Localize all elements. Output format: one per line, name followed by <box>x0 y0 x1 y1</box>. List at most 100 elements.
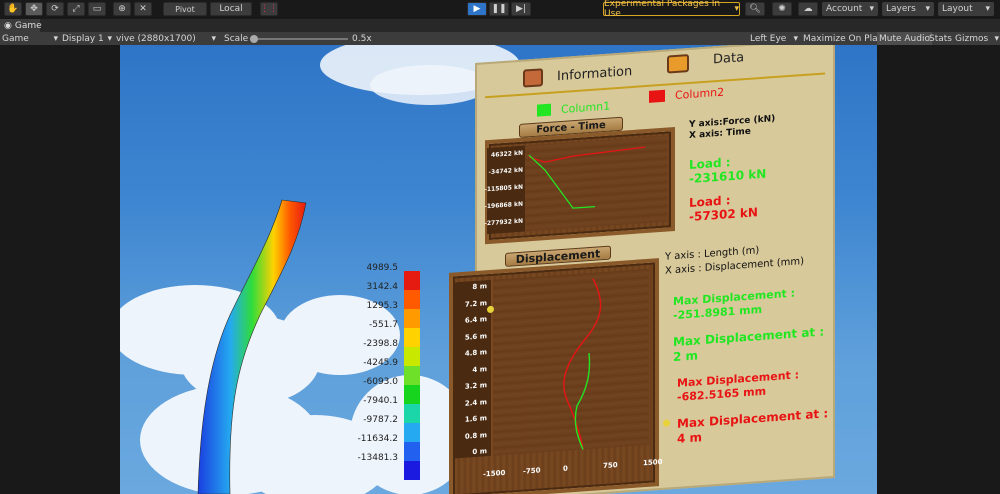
displacement-y-tick: 4.8 m <box>464 348 487 358</box>
rect-tool-button[interactable]: ▭ <box>88 2 106 16</box>
layers-dropdown[interactable]: Layers ▾ <box>882 2 934 16</box>
resolution-select[interactable]: vive (2880x1700) ▾ <box>116 32 216 45</box>
chevron-down-icon: ▾ <box>107 33 112 44</box>
displacement-y-tick: 4 m <box>472 364 487 374</box>
stats-toggle[interactable]: Stats <box>929 32 952 45</box>
force-time-lines <box>528 146 646 209</box>
hand-tool-button[interactable]: ✋ <box>4 2 22 16</box>
displacement-y-tick: 0 m <box>472 447 487 457</box>
scale-value: 0.5x <box>352 33 372 44</box>
column1-swatch <box>537 103 551 117</box>
tab-information[interactable]: Information <box>557 64 632 84</box>
scale-slider-handle[interactable] <box>250 34 258 43</box>
layout-label: Layout <box>942 4 973 14</box>
experimental-packages-badge[interactable]: Experimental Packages In Use ▾ <box>603 0 740 19</box>
displacement-y-tick: 0.8 m <box>464 430 487 441</box>
displacement-x-tick: -750 <box>523 466 541 476</box>
marker-dot <box>663 419 670 427</box>
local-toggle[interactable]: Local <box>210 2 252 16</box>
chevron-down-icon: ▾ <box>211 33 216 44</box>
local-label: Local <box>219 4 243 14</box>
displacement-y-tick: 7.2 m <box>464 298 487 309</box>
legend-value: 1295.3 <box>366 301 399 311</box>
mute-audio-toggle[interactable]: Mute Audio <box>877 32 932 45</box>
game-viewport[interactable]: 4989.5 3142.4 1295.3 -551.7 -2398.8 -4245.9 -6… <box>0 45 1000 494</box>
legend-value: -13481.3 <box>357 453 398 463</box>
displacement-x-tick: 0 <box>563 464 568 473</box>
step-button[interactable]: ▶| <box>511 2 531 16</box>
legend-labels: 4989.5 3142.4 1295.3 -551.7 -2398.8 -4245.9 -6… <box>338 263 402 483</box>
gizmos-toggle[interactable]: Gizmos ▾ <box>955 32 999 45</box>
info-tab-icon[interactable] <box>523 68 543 88</box>
display-select-label: Display 1 <box>62 33 104 44</box>
maxat2-label: Max Displacement at : <box>677 406 829 431</box>
legend-value: -11634.2 <box>357 434 398 444</box>
legend-swatch <box>404 461 420 480</box>
scale-slider[interactable] <box>250 32 348 45</box>
eye-select-label: Left Eye <box>750 33 787 44</box>
legend-swatch <box>404 290 420 309</box>
displacement-x-tick: -1500 <box>483 468 506 479</box>
rotate-tool-button[interactable]: ⟳ <box>46 2 64 16</box>
column1-label: Column1 <box>561 99 611 116</box>
search-icon[interactable]: 🔍︎ <box>745 2 765 16</box>
pause-button[interactable]: ❚❚ <box>489 2 509 16</box>
displacement-y-tick: 8 m <box>472 282 487 292</box>
displacement-x-tick: 1500 <box>643 457 663 468</box>
chevron-down-icon: ▾ <box>793 33 798 44</box>
displacement-y-tick: 5.6 m <box>464 331 487 342</box>
displacement-x-tick: 750 <box>603 461 618 471</box>
account-dropdown[interactable]: Account ▾ <box>822 2 878 16</box>
view-select[interactable]: Game ▾ <box>2 32 58 45</box>
view-select-label: Game <box>2 33 29 44</box>
play-button[interactable]: ▶ <box>467 2 487 16</box>
maxat1-label: Max Displacement at : <box>673 324 825 350</box>
legend-value: 4989.5 <box>366 263 399 273</box>
pivot-toggle[interactable]: Pivot <box>163 2 207 16</box>
pivot-label: Pivot <box>175 4 195 14</box>
color-legend: 4989.5 3142.4 1295.3 -551.7 -2398.8 -4245.9 -6… <box>338 263 438 483</box>
cloud-icon[interactable]: ☁ <box>798 2 818 16</box>
displacement-chart-frame: 8 m 7.2 m 6.4 m 5.6 m 4.8 m 4 m 3.2 m 2.4 m 1.6 … <box>449 258 662 494</box>
custom-tool-button[interactable]: ✕ <box>134 2 152 16</box>
displacement-y-tick: 2.4 m <box>464 397 487 408</box>
transform-tool-button[interactable]: ⊕ <box>113 2 131 16</box>
maxat2-value: 4 m <box>677 430 703 446</box>
scale-label: Scale <box>224 33 249 44</box>
chevron-down-icon: ▾ <box>869 4 874 14</box>
game-view-toolbar: Game ▾ Display 1 ▾ vive (2880x1700) ▾ Scale… <box>0 32 1000 45</box>
services-icon[interactable]: ✺ <box>772 2 792 16</box>
column2-swatch <box>649 89 665 103</box>
legend-value: 3142.4 <box>366 282 399 292</box>
account-label: Account <box>826 4 863 14</box>
force-time-red-series <box>528 146 646 163</box>
grid-snap-button[interactable]: ⋮⋮ <box>260 2 278 16</box>
data-tab-icon[interactable] <box>667 54 689 74</box>
displacement-x-ticks: -1500 -750 0 750 1500 <box>483 458 662 483</box>
legend-swatch <box>404 366 420 385</box>
display-select[interactable]: Display 1 ▾ <box>62 32 112 45</box>
legend-color-bar <box>404 271 420 481</box>
force-y-tick: -196868 kN <box>484 200 523 211</box>
force-y-tick: 46322 kN <box>491 149 523 159</box>
legend-swatch <box>404 423 420 442</box>
scale-tool-button[interactable]: ⤢ <box>67 2 85 16</box>
force-time-chart-frame: 46322 kN -34742 kN -115805 kN -196868 kN -27… <box>484 127 675 245</box>
force-y-tick: -277932 kN <box>484 217 523 228</box>
chevron-down-icon: ▾ <box>994 33 999 44</box>
tab-data[interactable]: Data <box>713 50 744 67</box>
legend-value: -7940.1 <box>363 396 398 406</box>
displacement-y-tick: 1.6 m <box>464 414 487 424</box>
force-y-tick: -115805 kN <box>484 183 523 194</box>
legend-swatch <box>404 328 420 347</box>
layout-dropdown[interactable]: Layout ▾ <box>938 2 994 16</box>
tab-game[interactable]: ◉ Game <box>0 19 42 32</box>
eye-select[interactable]: Left Eye ▾ <box>750 32 798 45</box>
legend-value: -6093.0 <box>363 377 398 387</box>
packages-badge-label: Experimental Packages In Use <box>604 0 721 19</box>
maximize-on-play-toggle[interactable]: Maximize On Play <box>803 32 883 45</box>
chevron-down-icon: ▾ <box>925 4 930 14</box>
column2-label: Column2 <box>675 85 725 103</box>
vr-scene: 4989.5 3142.4 1295.3 -551.7 -2398.8 -4245.9 -6… <box>120 45 877 494</box>
move-tool-button[interactable]: ✥ <box>25 2 43 16</box>
